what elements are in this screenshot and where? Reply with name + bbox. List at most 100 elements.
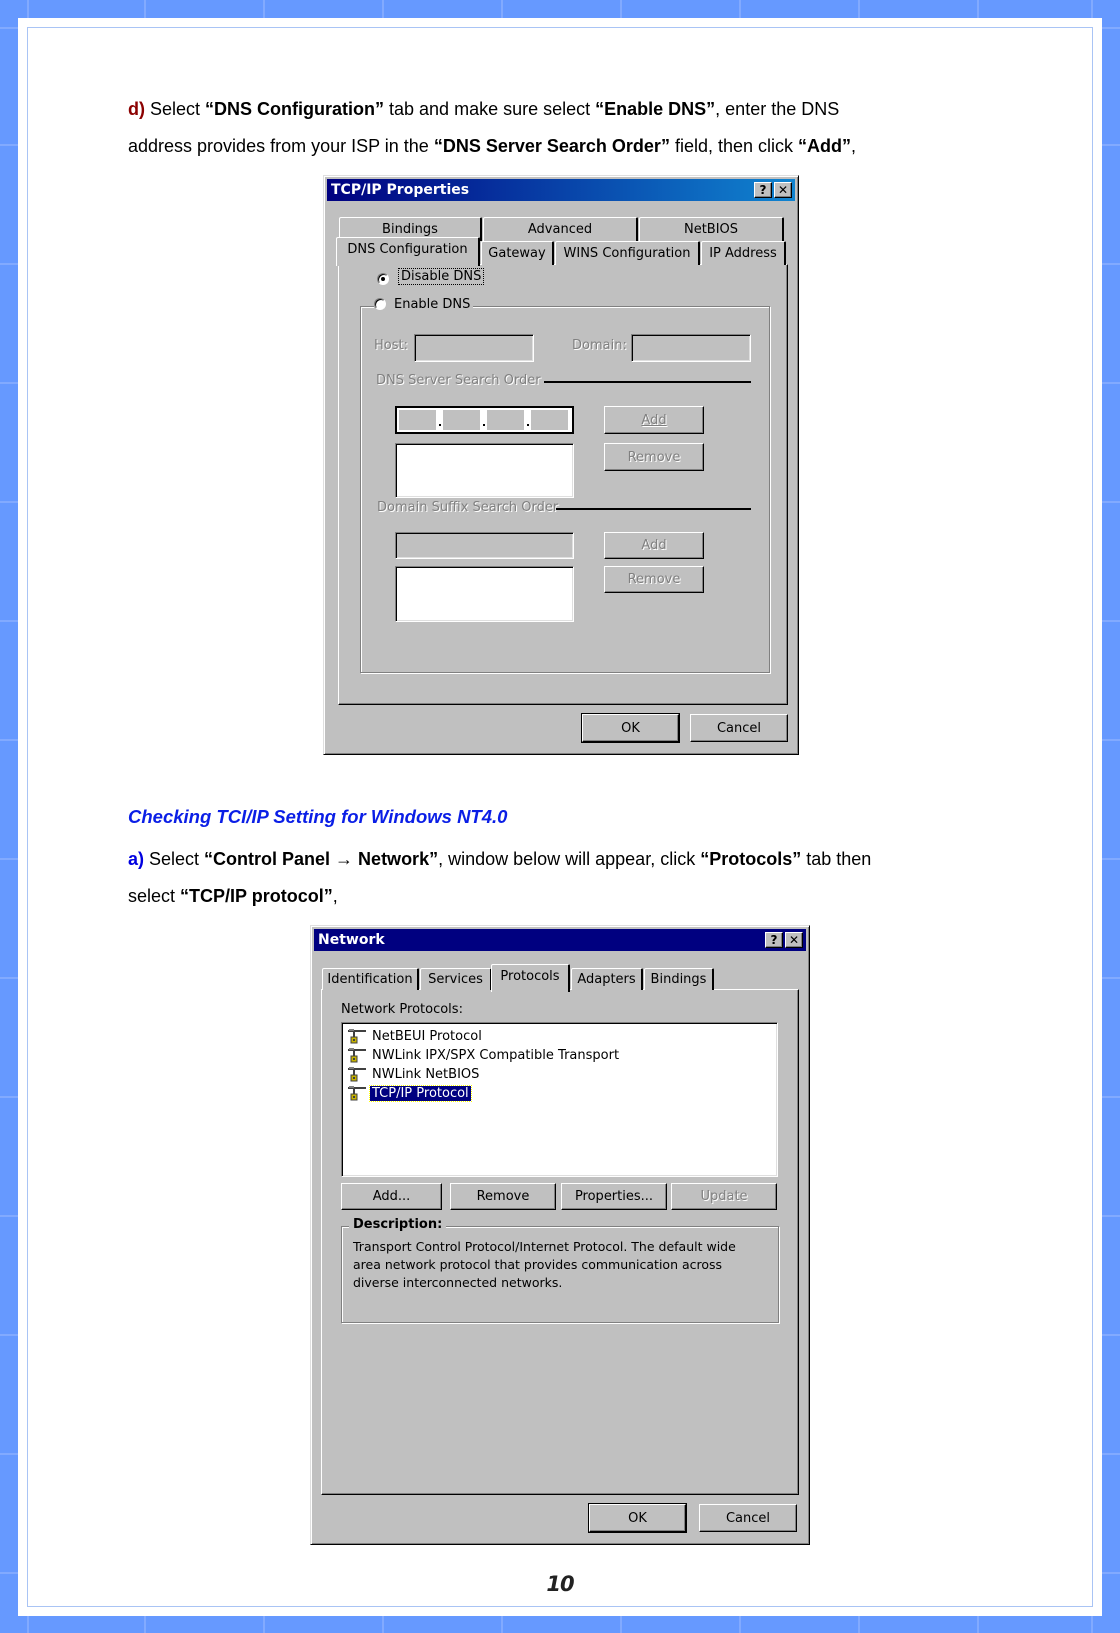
network-protocol-icon xyxy=(348,1085,366,1102)
description-legend: Description: xyxy=(349,1217,447,1232)
tab-bindings[interactable]: Bindings xyxy=(644,968,714,990)
network-title: Network xyxy=(318,932,385,948)
step-d-line-1: d) Select “DNS Configuration” tab and ma… xyxy=(128,91,992,128)
tab-label: Adapters xyxy=(577,972,636,987)
description-line: area network protocol that provides comm… xyxy=(353,1257,723,1272)
suffix-separator xyxy=(556,508,751,510)
protocol-name: NWLink IPX/SPX Compatible Transport xyxy=(372,1048,620,1063)
text-run: field, then click xyxy=(669,136,798,156)
step-a-marker: a) xyxy=(128,849,145,869)
enable-dns-legend: Enable DNS xyxy=(374,296,474,312)
enable-dns-label[interactable]: Enable DNS xyxy=(394,297,470,312)
disable-dns-label[interactable]: Disable DNS xyxy=(398,268,485,285)
text-run: select xyxy=(128,886,181,906)
protocol-name: NetBEUI Protocol xyxy=(372,1029,482,1044)
text-run: , xyxy=(332,886,338,906)
text-run: tab and make sure select xyxy=(384,99,596,119)
ip-dot xyxy=(439,424,441,426)
ok-button[interactable]: OK xyxy=(581,713,680,743)
tab-wins-configuration[interactable]: WINS Configuration xyxy=(555,241,700,265)
description-label: Description: xyxy=(353,1217,443,1232)
text-run: , enter the DNS xyxy=(715,99,840,119)
emphasized-text: “Enable DNS” xyxy=(595,99,716,119)
tab-ip-address[interactable]: IP Address xyxy=(701,241,786,265)
tab-label: NetBIOS xyxy=(683,222,739,237)
tcpip-title: TCP/IP Properties xyxy=(331,182,470,198)
step-a-line-1: a) Select “Control Panel → Network”, win… xyxy=(128,841,992,878)
tab-advanced[interactable]: Advanced xyxy=(483,217,638,241)
description-line: Transport Control Protocol/Internet Prot… xyxy=(353,1239,736,1254)
tab-label: Services xyxy=(428,972,483,987)
protocol-list-item[interactable]: NetBEUI Protocol xyxy=(348,1027,484,1046)
dns-ip-address-input[interactable] xyxy=(395,406,574,434)
tab-services[interactable]: Services xyxy=(420,968,492,990)
domain-input[interactable] xyxy=(631,334,751,362)
tab-netbios[interactable]: NetBIOS xyxy=(639,217,784,241)
suffix-remove-button[interactable]: Remove xyxy=(604,566,704,593)
description-text: Transport Control Protocol/Internet Prot… xyxy=(353,1238,736,1292)
domain-suffix-input[interactable] xyxy=(395,532,574,559)
tab-label: Bindings xyxy=(650,972,707,987)
add-label: Add... xyxy=(372,1189,411,1204)
cancel-button[interactable]: Cancel xyxy=(690,714,788,742)
help-icon: ? xyxy=(759,183,767,197)
tab-gateway[interactable]: Gateway xyxy=(481,241,554,265)
tab-protocols[interactable]: Protocols xyxy=(491,964,570,992)
ip-dot xyxy=(483,424,485,426)
close-button[interactable]: ✕ xyxy=(785,932,803,948)
add-button[interactable]: Add... xyxy=(341,1183,442,1210)
remove-button[interactable]: Remove xyxy=(450,1183,556,1210)
tab-identification[interactable]: Identification xyxy=(322,968,419,990)
tab-adapters[interactable]: Adapters xyxy=(571,968,643,990)
step-d-line-1-parts: Select “DNS Configuration” tab and make … xyxy=(145,99,839,119)
suffix-add-button[interactable]: Add xyxy=(604,532,704,559)
dns-add-button[interactable]: Add xyxy=(604,406,704,434)
protocol-list-item[interactable]: TCP/IP Protocol xyxy=(348,1084,472,1103)
update-button[interactable]: Update xyxy=(671,1183,777,1210)
text-run: Select xyxy=(144,849,205,869)
text-run: Select xyxy=(145,99,206,119)
disable-dns-text: Disable DNS xyxy=(401,269,482,284)
tab-dns-configuration[interactable]: DNS Configuration xyxy=(336,237,480,266)
ip-octet-4[interactable] xyxy=(531,410,568,430)
emphasized-text: “TCP/IP protocol” xyxy=(180,886,333,906)
step-d-line-2: address provides from your ISP in the “D… xyxy=(128,128,992,165)
network-titlebar: Network ? ✕ xyxy=(314,929,806,951)
emphasized-text: “Protocols” xyxy=(700,849,802,869)
close-button[interactable]: ✕ xyxy=(774,182,792,198)
domain-suffix-list[interactable] xyxy=(395,566,574,622)
step-a-line-2: select “TCP/IP protocol”, xyxy=(128,878,992,915)
radio-selected-dot xyxy=(381,277,385,281)
text-run: , window below will appear, click xyxy=(438,849,701,869)
help-icon: ? xyxy=(770,933,778,947)
ok-button[interactable]: OK xyxy=(588,1503,687,1533)
dns-remove-button[interactable]: Remove xyxy=(604,443,704,471)
disable-dns-radio[interactable] xyxy=(377,273,389,285)
ok-label: OK xyxy=(621,720,640,736)
host-input[interactable] xyxy=(414,334,534,362)
dns-server-list[interactable] xyxy=(395,443,574,498)
dns-server-search-order-label: DNS Server Search Order xyxy=(376,373,541,388)
dns-add-label: Add xyxy=(641,412,667,428)
tab-label: WINS Configuration xyxy=(563,246,691,261)
emphasized-text: “Add” xyxy=(798,136,851,156)
ip-octet-1[interactable] xyxy=(399,410,436,430)
tab-label: Protocols xyxy=(500,969,560,984)
ip-octet-2[interactable] xyxy=(443,410,480,430)
domain-suffix-search-order-label: Domain Suffix Search Order xyxy=(377,500,559,515)
network-protocol-icon xyxy=(348,1047,366,1064)
properties-button[interactable]: Properties... xyxy=(561,1183,667,1210)
network-protocols-list[interactable]: NetBEUI Protocol NWLink IPX/SPX Compatibl… xyxy=(341,1022,778,1177)
tab-label: Identification xyxy=(327,972,413,987)
help-button[interactable]: ? xyxy=(754,182,772,198)
protocol-list-item[interactable]: NWLink NetBIOS xyxy=(348,1065,481,1084)
ip-octet-3[interactable] xyxy=(487,410,524,430)
text-run: , xyxy=(851,136,857,156)
tab-label: IP Address xyxy=(709,246,777,261)
help-button[interactable]: ? xyxy=(765,932,783,948)
cancel-button[interactable]: Cancel xyxy=(699,1504,797,1532)
remove-label: Remove xyxy=(476,1189,530,1204)
enable-dns-radio[interactable] xyxy=(374,298,386,310)
network-protocol-icon xyxy=(348,1028,366,1045)
protocol-list-item[interactable]: NWLink IPX/SPX Compatible Transport xyxy=(348,1046,621,1065)
